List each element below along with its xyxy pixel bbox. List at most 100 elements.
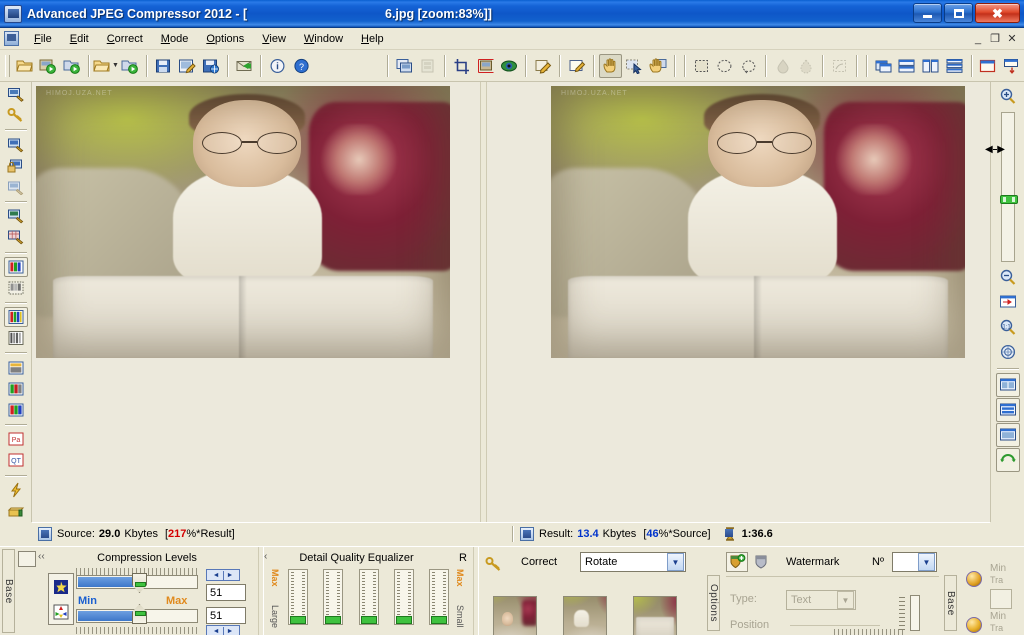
- watermark-remove-icon[interactable]: [750, 552, 772, 572]
- gray-bars-icon[interactable]: [4, 328, 28, 348]
- menu-edit[interactable]: Edit: [61, 30, 98, 48]
- watermark-type-select[interactable]: Text ▼: [786, 590, 856, 610]
- close-window-icon[interactable]: [1000, 54, 1024, 78]
- result-image-pane[interactable]: HIMOJ.UZA.NET: [487, 82, 990, 522]
- batch-icon[interactable]: [118, 54, 142, 78]
- menu-help[interactable]: Help: [352, 30, 393, 48]
- source-image[interactable]: HIMOJ.UZA.NET: [36, 86, 450, 358]
- preview-eye-icon[interactable]: [498, 54, 522, 78]
- key-icon[interactable]: [485, 556, 503, 572]
- stack-horizontal-icon[interactable]: [995, 398, 1020, 422]
- collapse-left-icon[interactable]: ‹‹: [38, 551, 45, 562]
- mdi-minimize-button[interactable]: _: [970, 31, 986, 46]
- ellipse-select-icon[interactable]: [713, 54, 737, 78]
- open-folder-dropdown-icon[interactable]: ▼: [93, 54, 119, 78]
- hist-blue-icon[interactable]: QT: [4, 450, 28, 470]
- compression-spinner-2[interactable]: ◄ ►: [206, 625, 240, 635]
- single-view-icon[interactable]: [995, 423, 1020, 447]
- source-image-pane[interactable]: HIMOJ.UZA.NET: [32, 82, 480, 522]
- minimize-button[interactable]: [913, 3, 942, 23]
- key-icon[interactable]: [4, 105, 28, 125]
- color-preview-icon[interactable]: [4, 379, 28, 399]
- hand-pan-icon[interactable]: [598, 53, 623, 78]
- zoom-out-icon[interactable]: [996, 265, 1020, 289]
- compression-slider-1[interactable]: [76, 573, 198, 593]
- new-window-icon[interactable]: [977, 54, 1001, 78]
- image-select-icon[interactable]: [4, 84, 28, 104]
- resize-icon[interactable]: [474, 54, 498, 78]
- zoom-actual-icon[interactable]: 1:1: [996, 315, 1020, 339]
- palette-dither-icon[interactable]: [4, 278, 28, 298]
- cascade-windows-icon[interactable]: [872, 54, 896, 78]
- lightning-icon[interactable]: [4, 480, 28, 500]
- image-lock-icon[interactable]: [4, 156, 28, 176]
- menu-mode[interactable]: Mode: [152, 30, 198, 48]
- correct-thumb-1[interactable]: [493, 596, 537, 635]
- right-value-box[interactable]: [990, 589, 1012, 609]
- menu-correct[interactable]: Correct: [98, 30, 152, 48]
- eq-band-1[interactable]: [288, 569, 308, 625]
- paste-image-icon[interactable]: [417, 54, 441, 78]
- quality-dial-1[interactable]: [966, 571, 982, 587]
- options-tab[interactable]: Options: [707, 575, 720, 631]
- open-folder-icon[interactable]: [13, 54, 37, 78]
- hand-image-icon[interactable]: [646, 54, 670, 78]
- watermark-add-icon[interactable]: [726, 552, 748, 572]
- menu-view[interactable]: View: [253, 30, 295, 48]
- maximize-button[interactable]: [944, 3, 973, 23]
- menu-options[interactable]: Options: [197, 30, 253, 48]
- spinner-right-icon[interactable]: ►: [227, 572, 234, 579]
- zoom-in-icon[interactable]: [996, 84, 1020, 108]
- save-as-icon[interactable]: [175, 54, 199, 78]
- eq-collapse-icon[interactable]: ‹: [264, 551, 267, 562]
- copy-image-icon[interactable]: [393, 54, 417, 78]
- image-grid-icon[interactable]: [4, 227, 28, 247]
- eq-band-3[interactable]: [358, 569, 379, 625]
- split-view-icon[interactable]: [995, 373, 1020, 397]
- spinner-left-icon[interactable]: ◄: [213, 628, 220, 635]
- fit-window-icon[interactable]: [996, 290, 1020, 314]
- correct-thumb-3[interactable]: [633, 596, 677, 635]
- blur-icon[interactable]: [771, 54, 795, 78]
- mdi-restore-button[interactable]: ❐: [987, 31, 1003, 46]
- image-compare-icon[interactable]: [4, 134, 28, 154]
- watermark-opacity-slider[interactable]: [910, 595, 920, 631]
- lasso-select-icon[interactable]: [737, 54, 761, 78]
- chevron-down-icon[interactable]: ▼: [667, 553, 684, 571]
- edit-pencil-icon[interactable]: [531, 54, 555, 78]
- navigator-icon[interactable]: [996, 340, 1020, 364]
- send-mail-icon[interactable]: [233, 54, 257, 78]
- menu-file[interactable]: File: [25, 30, 61, 48]
- compression-slider-1-knob[interactable]: [132, 573, 147, 593]
- luminance-icon[interactable]: [53, 579, 69, 595]
- toolbar-grip[interactable]: [5, 54, 10, 77]
- selection-clear-icon[interactable]: [828, 54, 852, 78]
- tile-horizontal-icon[interactable]: [896, 54, 920, 78]
- compression-value-2[interactable]: 51: [206, 607, 246, 624]
- spinner-right-icon[interactable]: ►: [227, 628, 234, 635]
- hist-red-icon[interactable]: Pa: [4, 429, 28, 449]
- zoom-slider[interactable]: [999, 112, 1018, 262]
- eq-band-4[interactable]: [393, 569, 414, 625]
- open-recent-icon[interactable]: [60, 54, 84, 78]
- image-ghost-icon[interactable]: [4, 177, 28, 197]
- compression-slider-2[interactable]: [76, 609, 198, 623]
- watermark-number-select[interactable]: ▼: [892, 552, 937, 572]
- zoom-slider-thumb[interactable]: [999, 195, 1018, 204]
- panel-checkbox[interactable]: [18, 551, 36, 567]
- chrominance-icon[interactable]: [53, 604, 69, 620]
- eq-band-2[interactable]: [323, 569, 344, 625]
- annotate-icon[interactable]: [565, 54, 589, 78]
- result-image[interactable]: HIMOJ.UZA.NET: [551, 86, 965, 358]
- correct-thumb-2[interactable]: [563, 596, 607, 635]
- refresh-green-icon[interactable]: [995, 448, 1020, 472]
- rect-select-icon[interactable]: [690, 54, 714, 78]
- quality-dial-2[interactable]: [966, 617, 982, 633]
- spinner-left-icon[interactable]: ◄: [213, 572, 220, 579]
- save-icon[interactable]: [152, 54, 176, 78]
- mono-preview-icon[interactable]: [4, 357, 28, 377]
- tile-all-icon[interactable]: [943, 54, 967, 78]
- pane-splitter[interactable]: [480, 82, 487, 522]
- open-image-icon[interactable]: [37, 54, 61, 78]
- compression-slider-2-knob[interactable]: [132, 604, 147, 624]
